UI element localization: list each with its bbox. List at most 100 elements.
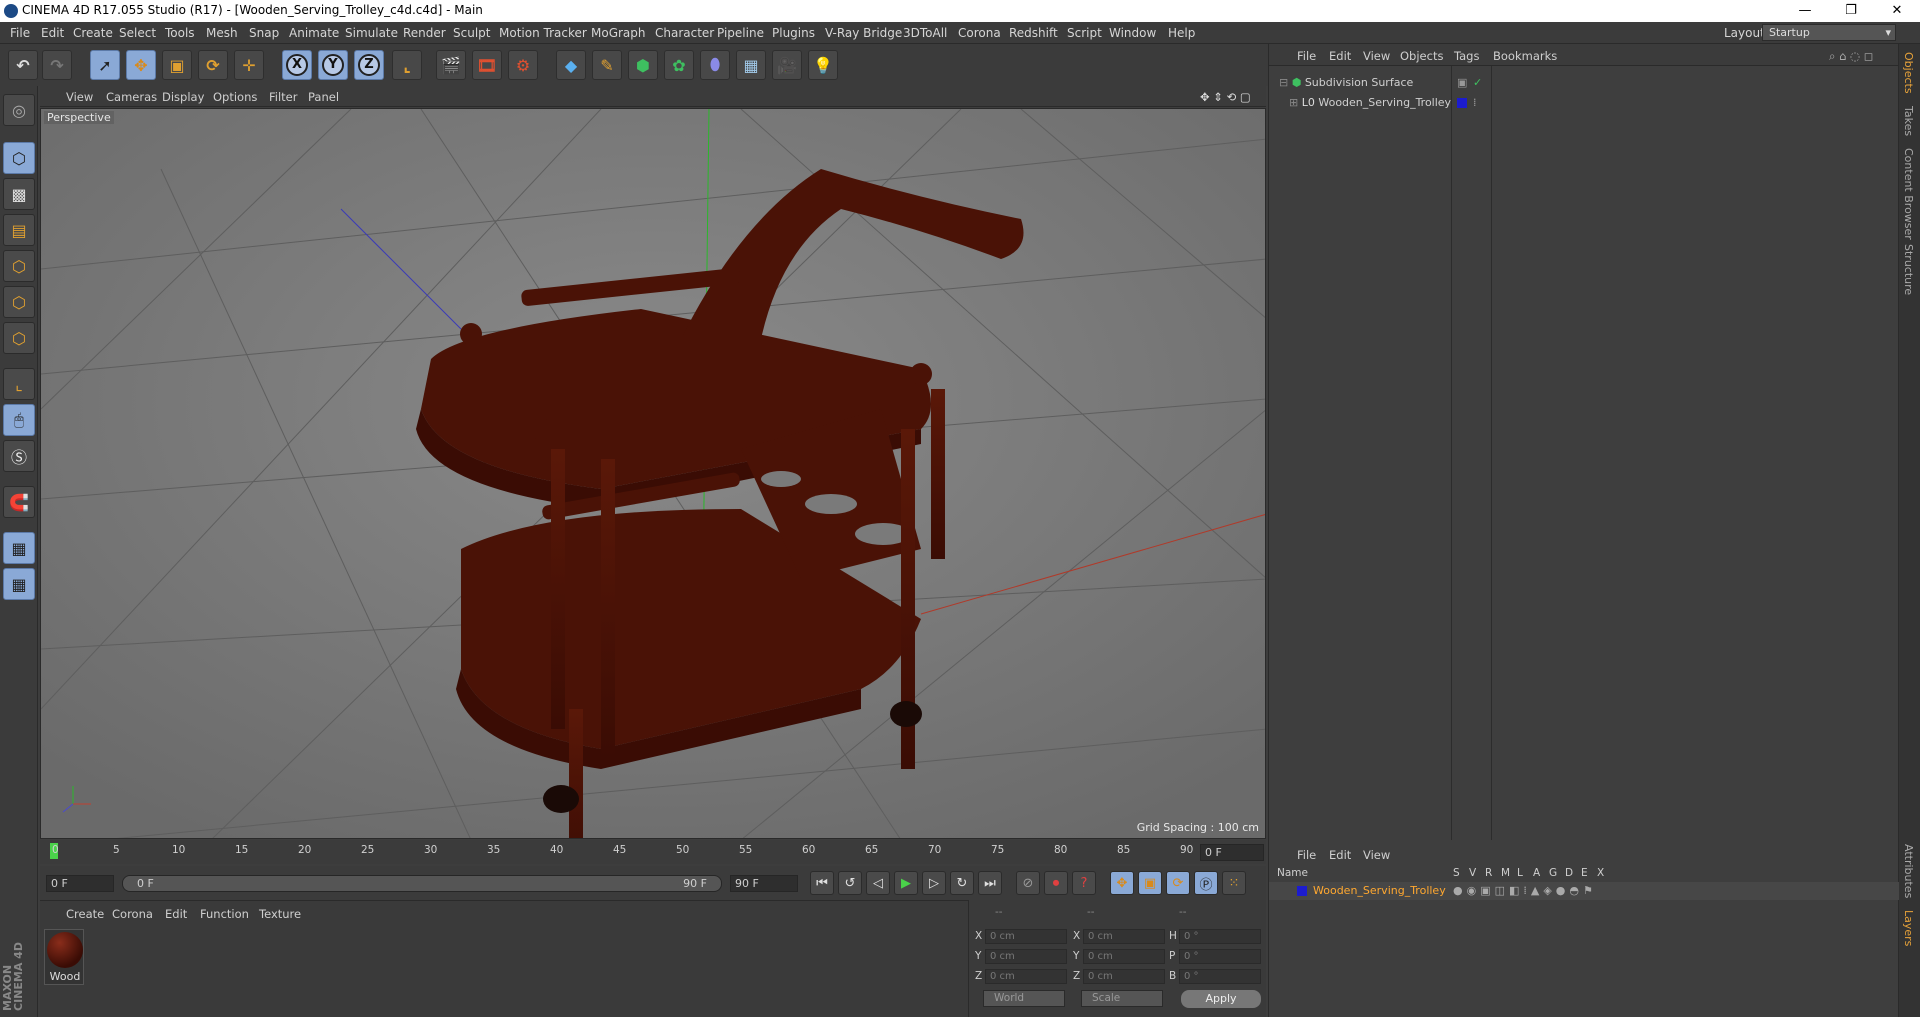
viewport-menu-panel[interactable]: Panel — [308, 90, 339, 104]
objects-menu-file[interactable]: File — [1297, 49, 1316, 63]
lock-workplane-icon[interactable]: ▦ — [3, 532, 35, 564]
search-icon[interactable]: ⌕ ⌂ ◌ ◻ — [1829, 49, 1873, 64]
material-wood[interactable]: Wood — [44, 929, 84, 985]
move-icon[interactable]: ✥ — [126, 50, 156, 80]
restore-button[interactable]: ❐ — [1828, 0, 1874, 22]
menu-help[interactable]: Help — [1168, 26, 1195, 40]
size-y-field[interactable]: 0 cm — [1083, 949, 1165, 964]
snap-magnet-icon[interactable]: 🧲 — [3, 486, 35, 518]
menu-pipeline[interactable]: Pipeline — [717, 26, 764, 40]
x-axis-button[interactable]: X — [282, 50, 312, 80]
size-x-field[interactable]: 0 cm — [1083, 929, 1165, 944]
timeline-ruler[interactable]: 0 5 10 15 20 25 30 35 40 45 50 55 60 65 … — [40, 840, 1266, 864]
object-row-wooden-serving-trolley[interactable]: ⊞ L0 Wooden_Serving_Trolley — [1289, 94, 1451, 112]
menu-motion-tracker[interactable]: Motion Tracker — [499, 26, 587, 40]
material-menu-corona[interactable]: Corona — [112, 907, 153, 921]
viewport-perspective[interactable]: Perspective Grid Spacing : 100 cm — [40, 108, 1266, 839]
step-back-icon[interactable]: ◁ — [866, 871, 890, 895]
layers-menu-view[interactable]: View — [1363, 848, 1390, 862]
floor-icon[interactable]: ▦ — [736, 50, 766, 80]
menu-simulate[interactable]: Simulate — [345, 26, 398, 40]
texture-mode-icon[interactable]: ▩ — [3, 178, 35, 210]
material-menu-create[interactable]: Create — [66, 907, 104, 921]
objects-menu-bookmarks[interactable]: Bookmarks — [1493, 49, 1557, 63]
play-icon[interactable]: ▶ — [894, 871, 918, 895]
tab-layers[interactable]: Layers — [1902, 910, 1915, 946]
tab-objects[interactable]: Objects — [1902, 52, 1915, 94]
frame-range-slider[interactable]: 0 F 90 F — [122, 875, 722, 892]
menu-script[interactable]: Script — [1067, 26, 1102, 40]
subdivision-surface-icon[interactable]: ⬢ — [628, 50, 658, 80]
menu-character[interactable]: Character — [655, 26, 714, 40]
current-frame-field[interactable]: 0 F — [1200, 844, 1264, 861]
deformer-icon[interactable]: ⬮ — [700, 50, 730, 80]
camera-label[interactable]: Perspective — [44, 111, 114, 124]
tweak-mode-icon[interactable]: 🖱 — [3, 404, 35, 436]
tab-structure[interactable]: Structure — [1902, 244, 1915, 295]
axis-mode-icon[interactable]: ⌞ — [3, 368, 35, 400]
viewport-menu-view[interactable]: View — [66, 90, 93, 104]
menu-file[interactable]: File — [10, 26, 30, 40]
scale-icon[interactable]: ▣ — [162, 50, 192, 80]
menu-select[interactable]: Select — [119, 26, 156, 40]
layout-dropdown[interactable]: Startup ▾ — [1762, 24, 1896, 41]
visibility-dots[interactable]: ▣ — [1457, 76, 1467, 89]
viewport-menu-cameras[interactable]: Cameras — [106, 90, 157, 104]
viewport-menu-filter[interactable]: Filter — [269, 90, 297, 104]
layer-color-swatch[interactable] — [1457, 98, 1467, 108]
menu-render[interactable]: Render — [403, 26, 446, 40]
menu-redshift[interactable]: Redshift — [1009, 26, 1058, 40]
position-y-field[interactable]: 0 cm — [985, 949, 1067, 964]
make-editable-icon[interactable]: ◎ — [3, 94, 35, 126]
light-icon[interactable]: 💡 — [808, 50, 838, 80]
spline-pen-icon[interactable]: ✎ — [592, 50, 622, 80]
rotation-b-field[interactable]: 0 ° — [1179, 969, 1261, 984]
material-menu-edit[interactable]: Edit — [165, 907, 187, 921]
menu-snap[interactable]: Snap — [249, 26, 279, 40]
material-menu-function[interactable]: Function — [200, 907, 249, 921]
tab-attributes[interactable]: Attributes — [1902, 844, 1915, 898]
model-mode-icon[interactable]: ⬡ — [3, 142, 35, 174]
end-frame-field[interactable]: 90 F — [730, 875, 798, 892]
apply-button[interactable]: Apply — [1181, 990, 1261, 1008]
menu-corona[interactable]: Corona — [958, 26, 1001, 40]
step-forward-icon[interactable]: ▷ — [922, 871, 946, 895]
next-key-icon[interactable]: ↻ — [950, 871, 974, 895]
menu-sculpt[interactable]: Sculpt — [453, 26, 490, 40]
previous-key-icon[interactable]: ↺ — [838, 871, 862, 895]
viewport-menu-options[interactable]: Options — [213, 90, 257, 104]
render-view-icon[interactable]: 🎬 — [436, 50, 466, 80]
cube-primitive-icon[interactable]: ◆ — [556, 50, 586, 80]
undo-icon[interactable]: ↶ — [8, 50, 38, 80]
minimize-button[interactable]: — — [1782, 0, 1828, 22]
viewport-nav-icons[interactable]: ✥ ⇕ ⟲ ▢ — [1200, 90, 1251, 104]
layer-color-swatch[interactable] — [1297, 886, 1307, 896]
solo-icon[interactable]: Ⓢ — [3, 440, 35, 472]
render-picture-viewer-icon[interactable]: 🎞 — [472, 50, 502, 80]
layers-menu-edit[interactable]: Edit — [1329, 848, 1351, 862]
go-to-start-icon[interactable]: ⏮ — [810, 871, 834, 895]
menu-edit[interactable]: Edit — [41, 26, 64, 40]
workplane-icon[interactable]: ▤ — [3, 214, 35, 246]
layer-name[interactable]: Wooden_Serving_Trolley — [1313, 884, 1446, 897]
objects-menu-view[interactable]: View — [1363, 49, 1390, 63]
layer-flag-icons[interactable]: ●◉▣◫◧⁞▲◈●◓⚑ — [1453, 884, 1597, 897]
transform-mode-dropdown[interactable]: Scale — [1081, 990, 1163, 1007]
y-axis-button[interactable]: Y — [318, 50, 348, 80]
objects-menu-tags[interactable]: Tags — [1454, 49, 1479, 63]
key-scale-icon[interactable]: ▣ — [1138, 871, 1162, 895]
tab-takes[interactable]: Takes — [1902, 106, 1915, 136]
z-axis-button[interactable]: Z — [354, 50, 384, 80]
menu-mesh[interactable]: Mesh — [206, 26, 238, 40]
size-z-field[interactable]: 0 cm — [1083, 969, 1165, 984]
menu-tools[interactable]: Tools — [165, 26, 195, 40]
planar-workplane-icon[interactable]: ▦ — [3, 568, 35, 600]
coordinate-mode-dropdown[interactable]: World — [983, 990, 1065, 1007]
objects-menu-edit[interactable]: Edit — [1329, 49, 1351, 63]
close-button[interactable]: ✕ — [1874, 0, 1920, 22]
cloner-icon[interactable]: ✿ — [664, 50, 694, 80]
polygons-mode-icon[interactable]: ⬡ — [3, 322, 35, 354]
select-arrow-icon[interactable]: ➚ — [90, 50, 120, 80]
menu-vray-bridge[interactable]: V-Ray Bridge — [825, 26, 902, 40]
layer-row[interactable]: Wooden_Serving_Trolley ●◉▣◫◧⁞▲◈●◓⚑ — [1269, 882, 1899, 900]
